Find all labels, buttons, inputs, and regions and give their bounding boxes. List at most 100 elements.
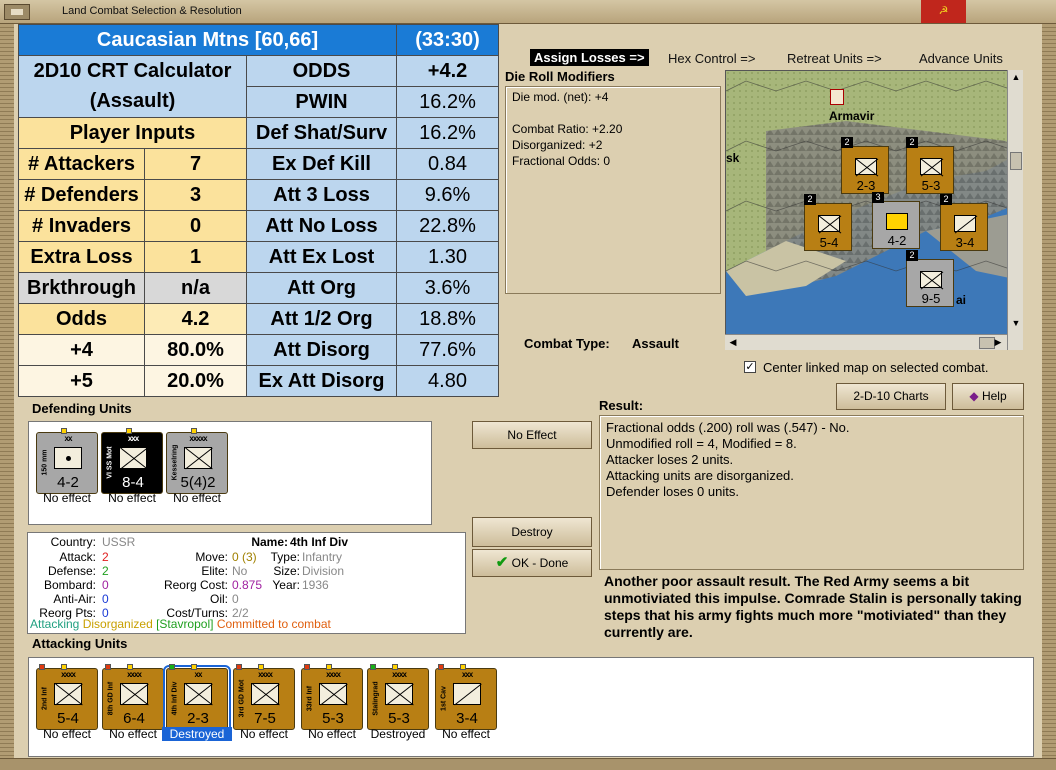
map-vertical-scrollbar[interactable]: ▲ ▼	[1007, 70, 1023, 350]
crt-input-value[interactable]: 3	[144, 179, 247, 211]
window-menu-icon[interactable]	[4, 4, 30, 20]
help-book-icon: ◆	[969, 389, 979, 403]
info-label: Bombard:	[43, 578, 96, 592]
stack-count: 2	[906, 250, 918, 261]
attacking-unit-counter-selected[interactable]: xx 4th Inf Div 2-3	[163, 664, 231, 733]
map-unit-counter-target[interactable]: 3 4-2	[872, 192, 920, 249]
die-mods-title: Die Roll Modifiers	[505, 69, 615, 84]
scroll-right-icon[interactable]: ▶	[991, 337, 1005, 348]
ok-done-button[interactable]: ✔ OK - Done	[472, 549, 592, 577]
checkmark-icon: ✔	[495, 554, 509, 571]
crt-input-value[interactable]: 7	[144, 148, 247, 180]
menu-advance-units[interactable]: Advance Units	[919, 51, 1003, 66]
menu-hex-control[interactable]: Hex Control =>	[668, 51, 755, 66]
defending-unit-counter[interactable]: xxx VI SS Mot 8-4	[101, 428, 163, 494]
info-label: Size:	[273, 564, 300, 578]
info-attack: 2	[102, 550, 109, 564]
charts-button[interactable]: 2-D-10 Charts	[836, 383, 946, 410]
attacking-unit-counter[interactable]: xxxx 8th GD Inf 6-4	[102, 664, 164, 730]
linked-map[interactable]: Armavir sk ai 2 2-3 2 5-3 2 5-4 3 4-2 2 …	[725, 70, 1023, 350]
scroll-down-icon[interactable]: ▼	[1009, 318, 1023, 328]
unit-status: No effect	[442, 727, 490, 741]
crt-result-value: 22.8%	[396, 210, 500, 242]
crt-input-label: # Attackers	[18, 148, 145, 180]
crt-result-value: +4.2	[396, 55, 500, 87]
crt-result-value: 18.8%	[396, 303, 500, 335]
destroy-button[interactable]: Destroy	[472, 517, 592, 547]
stack-count: 2	[940, 194, 952, 205]
die-mod-line: Die mod. (net): +4	[512, 90, 609, 104]
crt-input-value: 20.0%	[144, 365, 247, 397]
crt-hex-title: Caucasian Mtns [60,66]	[17, 24, 398, 56]
map-horizontal-scrollbar[interactable]: ◀ ▶	[725, 334, 1007, 350]
crt-result-value: 16.2%	[396, 86, 500, 118]
map-unit-counter[interactable]: 2 3-4	[940, 194, 988, 251]
result-line: Defender loses 0 units.	[606, 484, 739, 499]
info-label: Attack:	[59, 550, 96, 564]
center-map-label: Center linked map on selected combat.	[763, 360, 989, 375]
explosion-icon	[886, 213, 908, 230]
attacking-unit-counter[interactable]: xxxx 3rd GD Mot 7-5	[233, 664, 295, 730]
crt-input-label: +4	[18, 334, 145, 366]
crt-result-value: 0.84	[396, 148, 500, 180]
attacking-unit-counter[interactable]: xxxx 33rd Inf 5-3	[301, 664, 363, 730]
no-effect-button[interactable]: No Effect	[472, 421, 592, 449]
map-unit-counter[interactable]: 2 5-4	[804, 194, 852, 251]
unit-status: Destroyed	[370, 727, 426, 741]
unit-status: No effect	[109, 727, 157, 741]
unit-status: No effect	[308, 727, 356, 741]
crt-result-label: Ex Def Kill	[245, 148, 398, 180]
help-button[interactable]: ◆ Help	[952, 383, 1024, 410]
defending-unit-counter[interactable]: xx 150 mm 4-2	[36, 428, 98, 494]
close-button[interactable]: ☭	[921, 0, 966, 23]
hammer-sickle-icon: ☭	[938, 5, 949, 17]
crt-result-value: 3.6%	[396, 272, 500, 304]
unit-info-panel: Country: USSR Attack: 2 Defense: 2 Bomba…	[27, 532, 466, 634]
attacking-units-title: Attacking Units	[32, 636, 128, 651]
attacking-unit-counter[interactable]: xxxx 2nd Inf 5-4	[36, 664, 98, 730]
crt-result-value: 4.80	[396, 365, 500, 397]
attacking-unit-counter[interactable]: xxxx Stalingrad 5-3	[367, 664, 429, 730]
unit-status: Destroyed	[162, 727, 232, 741]
title-bar[interactable]: Land Combat Selection & Resolution ☭	[0, 0, 1056, 24]
scroll-thumb[interactable]	[1010, 152, 1022, 170]
info-oil: 0	[232, 592, 239, 606]
crt-input-value[interactable]: 1	[144, 241, 247, 273]
window-frame-right	[1042, 24, 1056, 770]
defending-unit-counter[interactable]: xxxxx Kesselring 5(4)2	[166, 428, 228, 494]
map-unit-counter[interactable]: 2 9-5	[906, 250, 954, 307]
unit-status: No effect	[43, 491, 91, 505]
center-map-checkbox[interactable]: ✓	[744, 361, 756, 373]
info-bombard: 0	[102, 578, 109, 592]
unit-strength: 7-5	[254, 710, 276, 727]
infantry-symbol-icon	[920, 158, 942, 175]
attacking-unit-counter[interactable]: xxx 1st Cav 3-4	[435, 664, 497, 730]
infantry-symbol-icon	[184, 447, 212, 469]
die-mod-line	[506, 105, 720, 121]
stack-count: 2	[906, 137, 918, 148]
crt-player-inputs-header: Player Inputs	[18, 117, 247, 149]
info-label: Name:	[251, 535, 288, 549]
counter-value: 4-2	[887, 233, 907, 248]
crt-input-value[interactable]: 0	[144, 210, 247, 242]
defending-units-title: Defending Units	[32, 401, 132, 416]
unit-status: No effect	[173, 491, 221, 505]
info-label: Elite:	[201, 564, 228, 578]
crt-result-label: Att Ex Lost	[245, 241, 398, 273]
info-label: Country:	[50, 535, 96, 549]
die-mod-line: Fractional Odds: 0	[512, 154, 611, 168]
crt-input-label: +5	[18, 365, 145, 397]
infantry-symbol-icon	[818, 215, 840, 232]
menu-retreat-units[interactable]: Retreat Units =>	[787, 51, 882, 66]
crt-calc-title: 2D10 CRT Calculator	[18, 55, 247, 87]
map-city-label: Armavir	[829, 109, 875, 123]
map-unit-counter[interactable]: 2 2-3	[841, 137, 889, 194]
info-year: 1936	[302, 578, 329, 592]
stack-count: 3	[872, 192, 884, 203]
map-unit-counter[interactable]: 2 5-3	[906, 137, 954, 194]
infantry-symbol-icon	[120, 683, 148, 705]
menu-assign-losses[interactable]: Assign Losses =>	[530, 49, 649, 66]
scroll-up-icon[interactable]: ▲	[1009, 72, 1023, 82]
scroll-left-icon[interactable]: ◀	[726, 337, 740, 348]
crt-input-label: # Invaders	[18, 210, 145, 242]
